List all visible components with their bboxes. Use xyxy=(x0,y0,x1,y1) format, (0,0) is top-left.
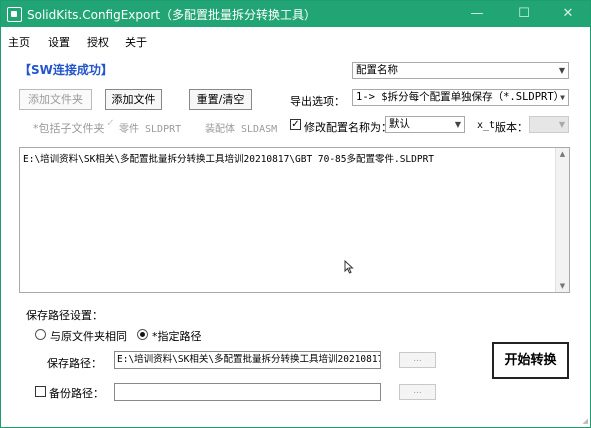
backup-path-label: 备份路径： xyxy=(49,387,104,400)
file-list-scrollbar[interactable]: ▲ ▼ xyxy=(555,148,569,292)
add-folder-button[interactable]: 添加文件夹 xyxy=(19,89,92,110)
backup-path-checkbox[interactable] xyxy=(35,386,46,397)
specified-path-label[interactable]: *指定路径 xyxy=(152,328,202,344)
part-filter-label[interactable]: 零件 SLDPRT xyxy=(119,120,181,135)
add-file-button[interactable]: 添加文件 xyxy=(105,89,162,110)
app-window: SolidKits.ConfigExport（多配置批量拆分转换工具） — ☐ … xyxy=(0,0,591,428)
export-options-label: 导出选项： xyxy=(290,95,345,108)
rename-suffix-text: x_t xyxy=(477,120,496,131)
backup-path-input[interactable] xyxy=(114,383,381,401)
menu-item-home[interactable]: 主页 xyxy=(8,34,30,50)
export-option-value: 1-> $拆分每个配置单独保存（*.SLDPRT） xyxy=(356,91,565,103)
menu-item-settings[interactable]: 设置 xyxy=(48,34,70,50)
chevron-down-icon: ▼ xyxy=(454,120,461,129)
title-bar[interactable]: SolidKits.ConfigExport（多配置批量拆分转换工具） — ☐ … xyxy=(1,1,590,27)
config-name-dropdown[interactable]: 配置名称 ▼ xyxy=(352,62,569,79)
file-list[interactable]: E:\培训资料\SK相关\多配置批量拆分转换工具培训20210817\GBT 7… xyxy=(19,147,570,293)
chevron-down-icon: ▼ xyxy=(558,120,565,129)
minimize-button[interactable]: — xyxy=(455,1,499,27)
close-button[interactable]: ✕ xyxy=(546,1,590,27)
connection-status: 【SW连接成功】 xyxy=(19,63,113,77)
file-list-item[interactable]: E:\培训资料\SK相关\多配置批量拆分转换工具培训20210817\GBT 7… xyxy=(23,151,434,165)
same-folder-radio[interactable] xyxy=(35,329,46,340)
chevron-down-icon: ▼ xyxy=(558,66,565,75)
chevron-down-icon: ▼ xyxy=(560,93,565,102)
config-name-value: 配置名称 xyxy=(356,64,398,76)
save-path-input[interactable]: E:\培训资料\SK相关\多配置批量拆分转换工具培训20210817\ xyxy=(114,351,381,369)
reset-clear-button[interactable]: 重置/清空 xyxy=(189,89,252,110)
rename-config-value: 默认 xyxy=(389,118,410,130)
rename-config-label: 修改配置名称为： xyxy=(304,121,392,134)
include-subfolder-label[interactable]: *包括子文件夹 xyxy=(33,120,105,136)
same-folder-label[interactable]: 与原文件夹相同 xyxy=(50,328,127,344)
specified-path-radio[interactable] xyxy=(137,329,148,340)
save-path-browse-button[interactable]: ... xyxy=(399,352,436,368)
export-option-dropdown[interactable]: 1-> $拆分每个配置单独保存（*.SLDPRT） ▼ xyxy=(352,89,569,106)
window-title: SolidKits.ConfigExport（多配置批量拆分转换工具） xyxy=(27,8,317,22)
menu-item-license[interactable]: 授权 xyxy=(87,34,109,50)
maximize-button[interactable]: ☐ xyxy=(502,1,546,27)
version-dropdown[interactable]: ▼ xyxy=(529,116,569,133)
menu-bar: 主页 设置 授权 关于 xyxy=(1,31,590,51)
save-settings-label: 保存路径设置： xyxy=(26,309,103,322)
scroll-down-icon[interactable]: ▼ xyxy=(556,280,569,292)
rename-config-checkbox[interactable]: ✓ xyxy=(290,119,301,130)
assembly-filter-label[interactable]: 装配体 SLDASM xyxy=(205,120,277,135)
start-conversion-button[interactable]: 开始转换 xyxy=(492,342,569,379)
rename-config-dropdown[interactable]: 默认 ▼ xyxy=(385,116,465,133)
scroll-up-icon[interactable]: ▲ xyxy=(556,148,569,160)
part-check-icon[interactable]: ✓ xyxy=(105,119,116,130)
save-path-label: 保存路径： xyxy=(47,357,102,370)
resize-grip-icon[interactable]: ◢ xyxy=(583,417,588,425)
backup-path-browse-button[interactable]: ... xyxy=(399,384,436,400)
app-logo-icon xyxy=(7,7,22,22)
version-label: 版本： xyxy=(495,121,528,134)
text-cursor-icon xyxy=(344,260,354,274)
menu-item-about[interactable]: 关于 xyxy=(125,34,147,50)
